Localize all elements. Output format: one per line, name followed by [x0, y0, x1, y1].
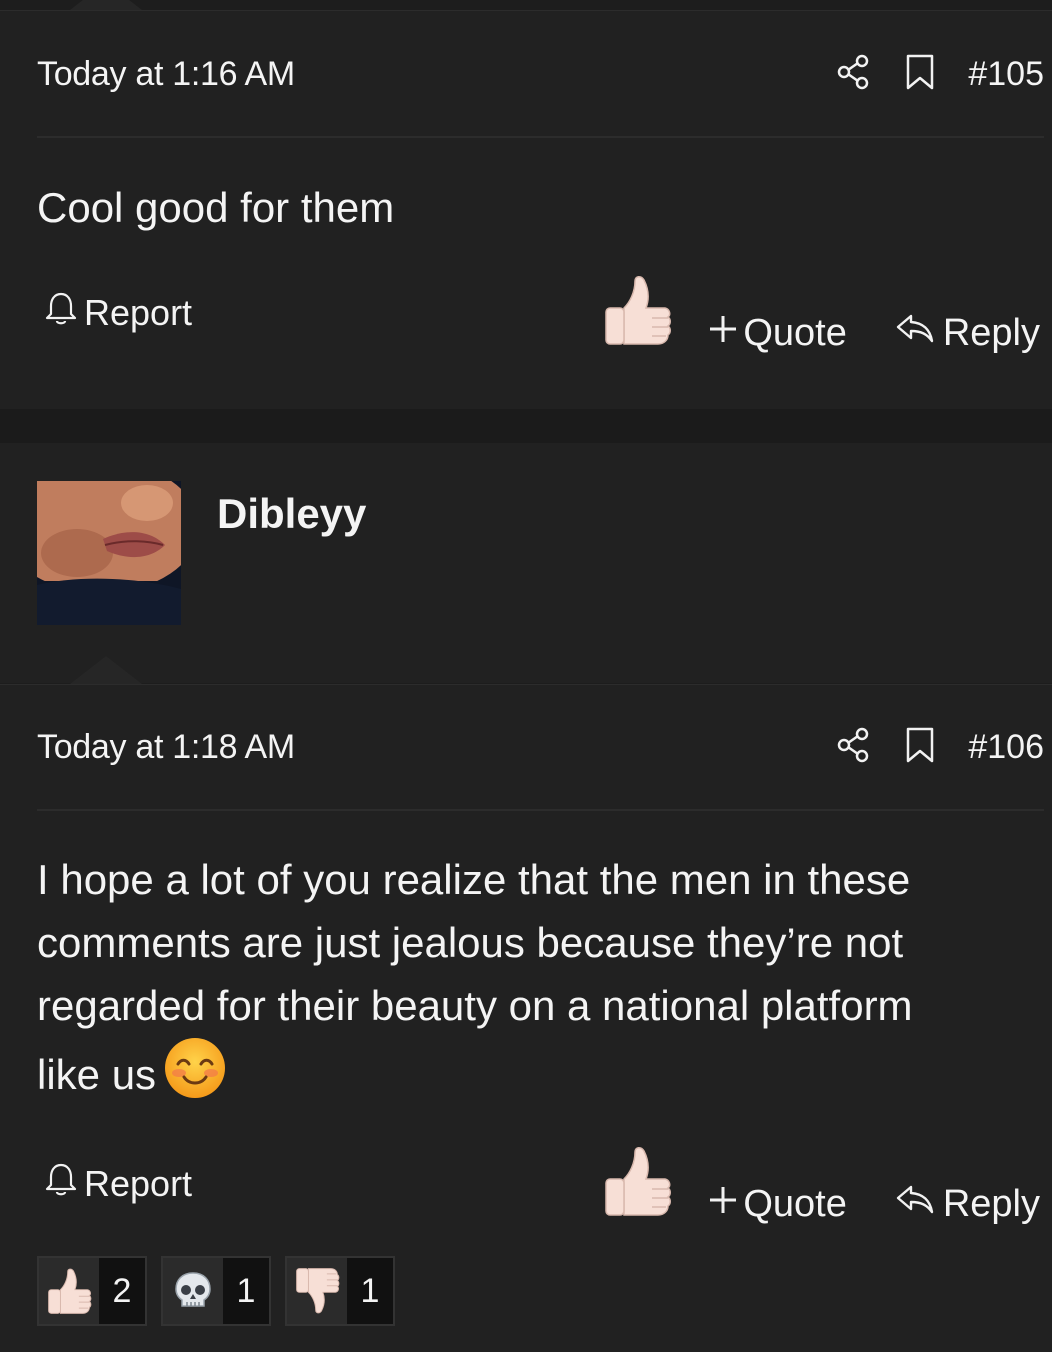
thumbs-down-icon	[294, 1266, 340, 1316]
reaction-skull[interactable]: 1	[161, 1256, 271, 1326]
smiling-face-icon	[165, 1038, 226, 1098]
report-button[interactable]: Report	[44, 290, 192, 335]
like-thumbs-up-icon[interactable]	[602, 272, 672, 348]
bell-icon	[44, 1161, 78, 1206]
post-body-line: comments are just jealous because they’r…	[37, 919, 904, 966]
post-tools: #106	[836, 727, 1044, 768]
post-divider	[37, 809, 1044, 811]
reply-label: Reply	[942, 1182, 1040, 1225]
reaction-count: 1	[223, 1258, 269, 1324]
post-actions: Quote Reply	[707, 310, 1040, 356]
like-thumbs-up-icon[interactable]	[602, 1143, 672, 1219]
reply-button[interactable]: Reply	[895, 1181, 1040, 1227]
reaction-count: 1	[347, 1258, 393, 1324]
reaction-summary: 2 1 1	[37, 1256, 395, 1326]
avatar[interactable]	[37, 481, 181, 625]
reply-button[interactable]: Reply	[895, 310, 1040, 356]
thumbs-up-icon	[46, 1266, 92, 1316]
reaction-thumbs-up[interactable]: 2	[37, 1256, 147, 1326]
quote-label: Quote	[743, 1182, 847, 1225]
post-notch	[70, 656, 142, 684]
reaction-thumbs-down[interactable]: 1	[285, 1256, 395, 1326]
post-divider	[37, 136, 1044, 138]
post-meta-row: Today at 1:16 AM #105	[37, 54, 1044, 94]
report-label: Report	[84, 291, 193, 333]
quote-button[interactable]: Quote	[707, 1183, 847, 1226]
bell-icon	[44, 290, 78, 335]
post-timestamp[interactable]: Today at 1:16 AM	[37, 55, 295, 94]
quote-button[interactable]: Quote	[707, 312, 847, 355]
plus-icon	[707, 1183, 739, 1226]
post-body-line: regarded for their beauty on a national …	[37, 982, 913, 1029]
bookmark-icon[interactable]	[904, 727, 936, 768]
reply-arrow-icon	[895, 310, 935, 356]
post-notch	[70, 0, 142, 10]
post-tools: #105	[836, 54, 1044, 95]
reply-label: Reply	[942, 311, 1040, 354]
post-body: Cool good for them	[37, 184, 395, 231]
share-icon[interactable]	[836, 727, 872, 768]
post-body-line: like us	[37, 1051, 157, 1098]
reaction-count: 2	[99, 1258, 145, 1324]
skull-icon	[175, 1272, 211, 1307]
report-button[interactable]: Report	[44, 1161, 192, 1206]
reply-arrow-icon	[895, 1181, 935, 1227]
post-actions: Quote Reply	[707, 1181, 1040, 1227]
post-number[interactable]: #106	[968, 728, 1044, 767]
post-meta-row: Today at 1:18 AM #106	[37, 727, 1044, 767]
plus-icon	[707, 312, 739, 355]
post-separator	[0, 409, 1052, 443]
bookmark-icon[interactable]	[904, 54, 936, 95]
quote-label: Quote	[743, 311, 847, 354]
post-number[interactable]: #105	[968, 55, 1044, 94]
post-body-line: I hope a lot of you realize that the men…	[37, 856, 911, 903]
author-username[interactable]: Dibleyy	[217, 490, 366, 538]
post-timestamp[interactable]: Today at 1:18 AM	[37, 728, 295, 767]
share-icon[interactable]	[836, 54, 872, 95]
report-label: Report	[84, 1162, 193, 1204]
post-body-last-line: like us	[37, 1037, 1017, 1106]
post-body: I hope a lot of you realize that the men…	[37, 848, 1017, 1106]
